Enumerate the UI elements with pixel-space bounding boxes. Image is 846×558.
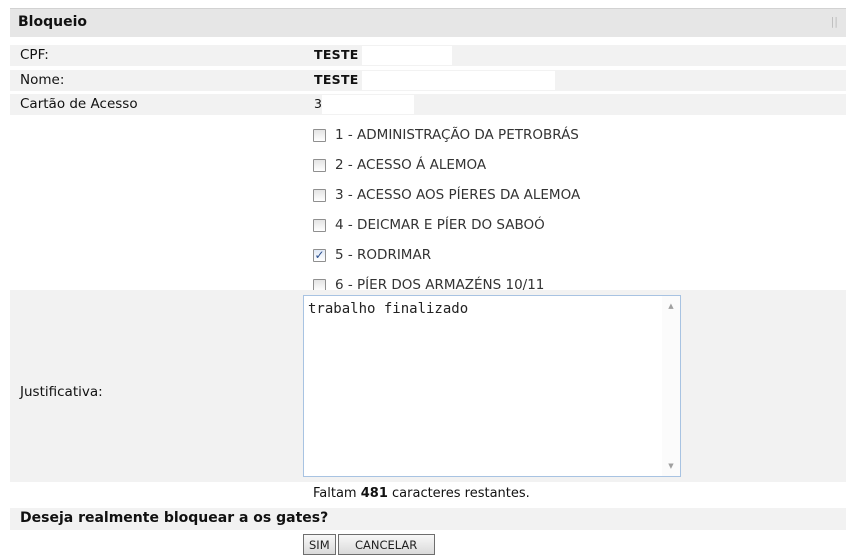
gate-label-1: 1 - ADMINISTRAÇÃO DA PETROBRÁS bbox=[335, 127, 579, 143]
gate-item-1[interactable]: 1 - ADMINISTRAÇÃO DA PETROBRÁS bbox=[313, 120, 580, 150]
remaining-chars-text: Faltam 481 caracteres restantes. bbox=[313, 486, 530, 501]
nome-value: TESTE bbox=[314, 72, 359, 87]
gate-checkbox-4[interactable] bbox=[313, 218, 326, 232]
button-bar: SIM CANCELAR bbox=[303, 534, 435, 555]
cpf-row: CPF: TESTE bbox=[10, 45, 846, 66]
scroll-up-arrow-icon[interactable]: ▲ bbox=[662, 298, 680, 314]
remaining-count: 481 bbox=[360, 486, 388, 501]
justificativa-textarea[interactable] bbox=[304, 296, 662, 476]
textarea-scrollbar[interactable]: ▲ ▼ bbox=[662, 296, 680, 476]
sim-button[interactable]: SIM bbox=[303, 534, 336, 555]
gate-label-5: 5 - RODRIMAR bbox=[335, 247, 432, 263]
nome-redaction bbox=[362, 71, 555, 90]
gate-checkbox-5[interactable] bbox=[313, 248, 326, 262]
cpf-value: TESTE bbox=[314, 47, 359, 62]
nome-row: Nome: TESTE bbox=[10, 70, 846, 91]
justificativa-row: Justificativa: ▲ ▼ bbox=[10, 290, 846, 482]
gate-label-2: 2 - ACESSO Á ALEMOA bbox=[335, 157, 487, 173]
justificativa-field: ▲ ▼ bbox=[303, 295, 681, 477]
cpf-label: CPF: bbox=[20, 47, 49, 63]
confirm-question: Deseja realmente bloquear a os gates? bbox=[20, 510, 329, 526]
cartao-redaction bbox=[322, 95, 414, 114]
panel-header: Bloqueio || bbox=[10, 8, 846, 37]
gate-label-4: 4 - DEICMAR E PÍER DO SABOÓ bbox=[335, 217, 545, 233]
gate-list: 1 - ADMINISTRAÇÃO DA PETROBRÁS 2 - ACESS… bbox=[313, 120, 580, 300]
gate-checkbox-2[interactable] bbox=[313, 158, 326, 172]
nome-label: Nome: bbox=[20, 72, 65, 88]
scroll-down-arrow-icon[interactable]: ▼ bbox=[662, 458, 680, 474]
gate-item-3[interactable]: 3 - ACESSO AOS PÍERES DA ALEMOA bbox=[313, 180, 580, 210]
cancelar-button[interactable]: CANCELAR bbox=[337, 534, 435, 555]
gate-item-4[interactable]: 4 - DEICMAR E PÍER DO SABOÓ bbox=[313, 210, 580, 240]
cartao-value: 3 bbox=[314, 96, 322, 111]
cpf-redaction bbox=[362, 46, 452, 65]
panel-grip-icon: || bbox=[830, 15, 838, 28]
gate-label-3: 3 - ACESSO AOS PÍERES DA ALEMOA bbox=[335, 187, 581, 203]
remaining-prefix: Faltam bbox=[313, 486, 357, 501]
gate-item-2[interactable]: 2 - ACESSO Á ALEMOA bbox=[313, 150, 580, 180]
gate-checkbox-1[interactable] bbox=[313, 128, 326, 142]
gate-checkbox-3[interactable] bbox=[313, 188, 326, 202]
cartao-label: Cartão de Acesso bbox=[20, 96, 138, 112]
remaining-suffix: caracteres restantes. bbox=[392, 486, 530, 501]
cartao-row: Cartão de Acesso 3 bbox=[10, 94, 846, 115]
gate-item-5[interactable]: 5 - RODRIMAR bbox=[313, 240, 580, 270]
panel-title: Bloqueio bbox=[18, 14, 87, 30]
justificativa-label: Justificativa: bbox=[20, 384, 103, 400]
confirm-row: Deseja realmente bloquear a os gates? bbox=[10, 508, 846, 530]
